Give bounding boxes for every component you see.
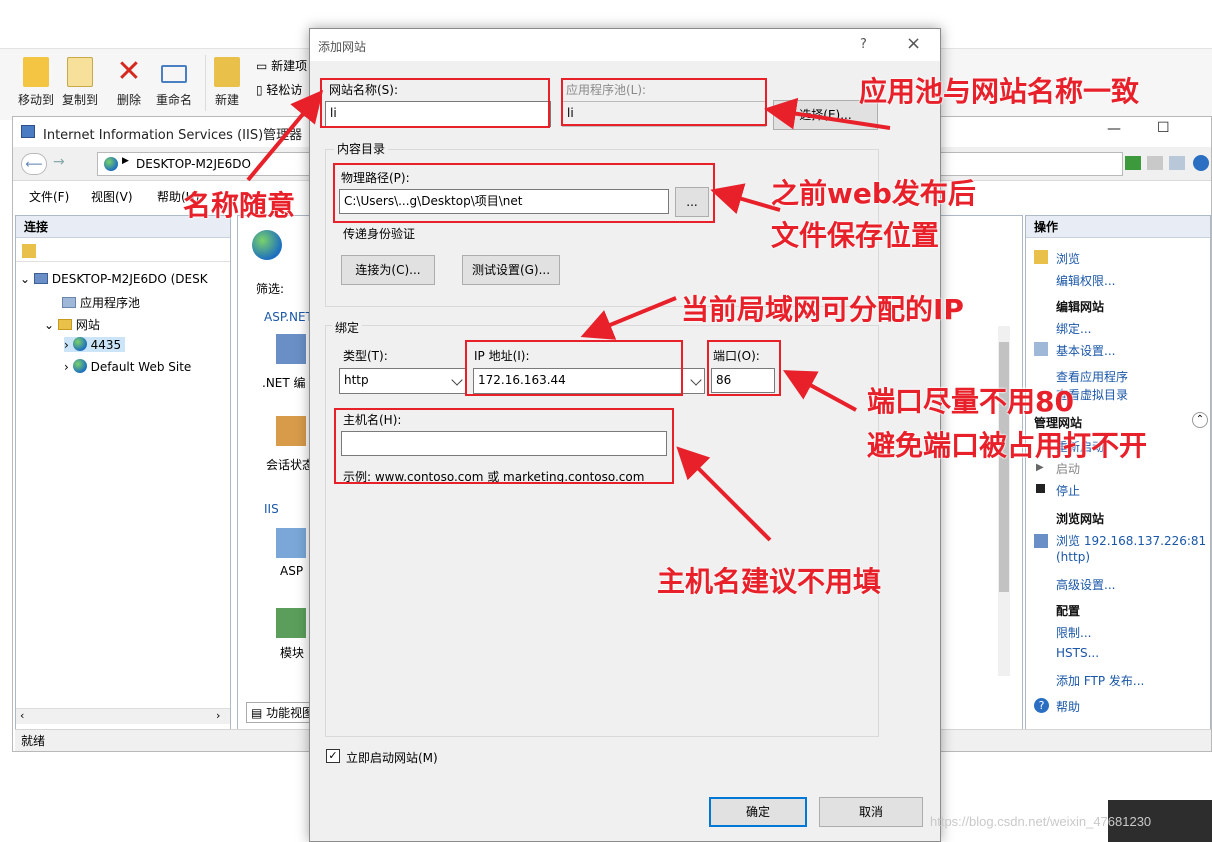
annotation-arrows bbox=[246, 89, 891, 542]
arrow-hostname bbox=[676, 446, 772, 542]
annotation-path-2: 文件保存位置 bbox=[771, 219, 940, 252]
annotation-port-1: 端口尽量不用80 bbox=[867, 385, 1074, 418]
watermark-text: https://blog.csdn.net/weixin_47681230 bbox=[930, 814, 1152, 829]
arrow-ip bbox=[580, 296, 677, 340]
arrow-port bbox=[782, 370, 857, 412]
annotation-path-1: 之前web发布后 bbox=[771, 177, 976, 210]
annotation-hostname: 主机名建议不用填 bbox=[657, 565, 882, 598]
annotation-ip: 当前局域网可分配的IP bbox=[681, 293, 964, 326]
annotation-port-2: 避免端口被占用打不开 bbox=[867, 429, 1148, 462]
annotation-app-pool: 应用池与网站名称一致 bbox=[859, 75, 1140, 108]
annotation-name: 名称随意 bbox=[183, 189, 296, 222]
arrow-site-name bbox=[246, 89, 324, 182]
arrow-app-pool bbox=[764, 97, 891, 130]
